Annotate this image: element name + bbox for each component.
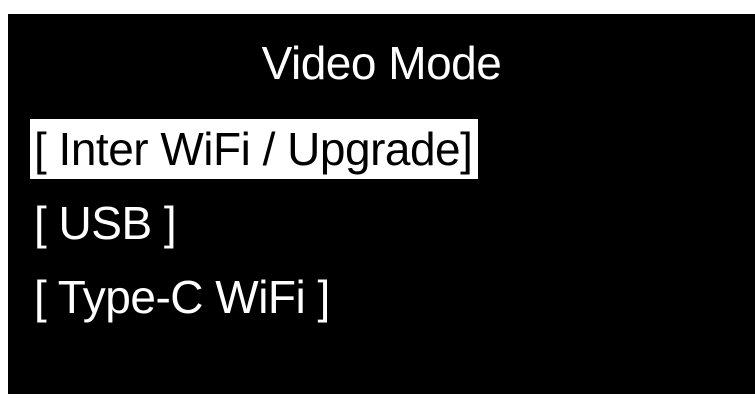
menu-item-usb[interactable]: [ USB ] bbox=[30, 186, 478, 260]
menu-item-label: [ USB ] bbox=[34, 197, 177, 249]
menu-item-label: [ Type-C WiFi ] bbox=[34, 271, 330, 323]
menu-item-label: [ Inter WiFi / Upgrade] bbox=[30, 119, 479, 179]
menu-item-type-c-wifi[interactable]: [ Type-C WiFi ] bbox=[30, 260, 478, 334]
device-screen: Video Mode [ Inter WiFi / Upgrade] [ USB… bbox=[8, 14, 755, 394]
screen-title: Video Mode bbox=[261, 37, 502, 89]
video-mode-menu: [ Inter WiFi / Upgrade] [ USB ] [ Type-C… bbox=[30, 112, 479, 334]
menu-item-inter-wifi-upgrade[interactable]: [ Inter WiFi / Upgrade] bbox=[30, 112, 479, 186]
